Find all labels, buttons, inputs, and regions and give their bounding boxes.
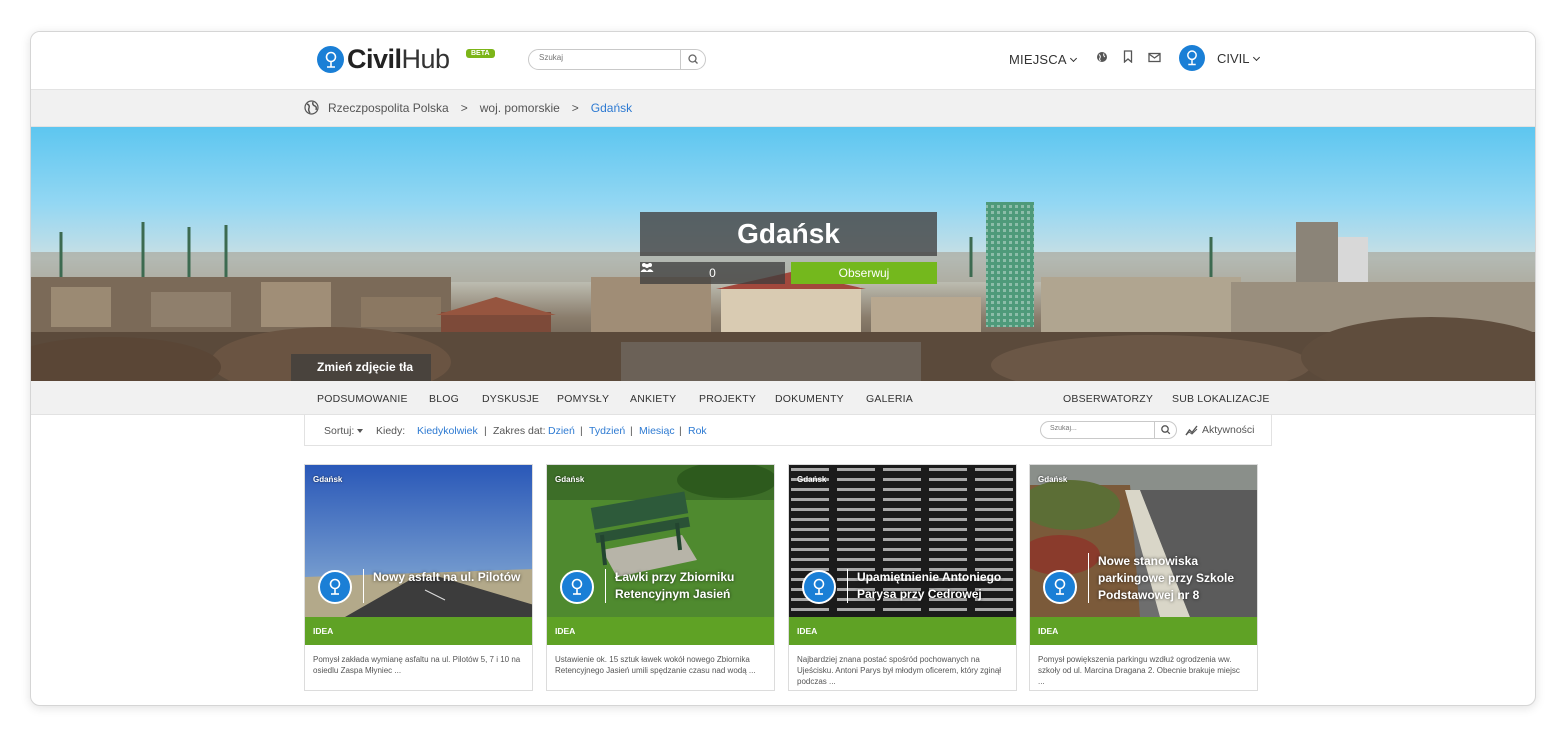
header-nav: MIEJSCA <box>1009 50 1161 68</box>
breadcrumb-country[interactable]: Rzeczpospolita Polska <box>328 101 449 115</box>
content-search-input[interactable] <box>1050 425 1150 432</box>
caret-down-icon <box>357 429 364 433</box>
tab-dokumenty[interactable]: DOKUMENTY <box>775 393 844 405</box>
card-title[interactable]: Nowe stanowiska parkingowe przy Szkole P… <box>1098 553 1248 604</box>
top-header: CivilHub BETA MIEJSCA CIVIL <box>31 32 1535 90</box>
tab-blog[interactable]: BLOG <box>429 393 459 405</box>
change-background-button[interactable]: Zmień zdjęcie tła <box>291 354 431 381</box>
search-icon <box>1161 425 1171 435</box>
sort-label: Sortuj: <box>324 425 355 437</box>
user-avatar[interactable] <box>1179 45 1205 71</box>
logo-text: CivilHub <box>347 44 450 74</box>
card-location: Gdańsk <box>555 475 585 484</box>
envelope-icon[interactable] <box>1148 50 1161 68</box>
places-menu-label: MIEJSCA <box>1009 51 1067 67</box>
range-day-link[interactable]: Dzień <box>548 425 575 437</box>
followers-count: 0 <box>640 262 785 284</box>
tab-dyskusje[interactable]: DYSKUSJE <box>482 393 539 405</box>
tab-sub-lokalizacje[interactable]: SUB LOKALIZACJE <box>1172 393 1270 405</box>
divider: | <box>580 425 583 437</box>
activity-label: Aktywności <box>1202 424 1255 436</box>
card-location: Gdańsk <box>313 475 343 484</box>
section-tabs: PODSUMOWANIE BLOG DYSKUSJE POMYSŁY ANKIE… <box>31 381 1535 415</box>
hero-banner: Gdańsk 0 Obserwuj Zmień zdjęcie tła <box>31 127 1535 381</box>
filter-bar: Sortuj: Kiedy: Kiedykolwiek | Zakres dat… <box>304 415 1272 446</box>
header-search-button[interactable] <box>680 50 705 69</box>
range-week-link[interactable]: Tydzień <box>589 425 625 437</box>
content-search-button[interactable] <box>1154 422 1176 438</box>
tab-podsumowanie[interactable]: PODSUMOWANIE <box>317 393 408 405</box>
pin-icon <box>560 570 594 604</box>
pin-icon <box>318 570 352 604</box>
users-icon <box>640 263 654 272</box>
card-description: Pomysł zakłada wymianę asfaltu na ul. Pi… <box>313 655 521 675</box>
breadcrumb-region[interactable]: woj. pomorskie <box>480 101 560 115</box>
browser-frame: CivilHub BETA MIEJSCA CIVIL <box>30 31 1536 706</box>
card-title[interactable]: Nowy asfalt na ul. Pilotów <box>373 569 523 586</box>
title-divider <box>363 569 364 603</box>
card-tag: IDEA <box>1030 617 1257 645</box>
range-month-link[interactable]: Miesiąc <box>639 425 675 437</box>
card-location: Gdańsk <box>797 475 827 484</box>
places-menu[interactable]: MIEJSCA <box>1009 51 1077 67</box>
idea-card[interactable]: Gdańsk Ławki przy Zbiorniku Retencyjnym … <box>546 464 775 691</box>
breadcrumb: Rzeczpospolita Polska > woj. pomorskie >… <box>304 100 632 115</box>
pin-icon <box>1043 570 1077 604</box>
tab-pomysly[interactable]: POMYSŁY <box>557 393 609 405</box>
followers-count-value: 0 <box>709 266 716 280</box>
card-location: Gdańsk <box>1038 475 1068 484</box>
chevron-down-icon <box>1252 53 1260 62</box>
activity-chart-icon <box>1185 425 1198 435</box>
card-title[interactable]: Upamiętnienie Antoniego Parysa przy Cedr… <box>857 569 1007 603</box>
card-tag: IDEA <box>305 617 532 645</box>
city-title: Gdańsk <box>640 212 937 256</box>
logo-pin-icon <box>317 46 344 73</box>
when-any-link[interactable]: Kiedykolwiek <box>417 425 478 437</box>
title-divider <box>847 569 848 603</box>
header-search <box>528 49 706 70</box>
card-description: Najbardziej znana postać spośród pochowa… <box>797 655 1002 686</box>
idea-card[interactable]: Gdańsk Upamiętnienie Antoniego Parysa pr… <box>788 464 1017 691</box>
tab-ankiety[interactable]: ANKIETY <box>630 393 676 405</box>
globe-map-icon <box>304 100 319 115</box>
globe-icon[interactable] <box>1096 50 1108 68</box>
divider: | <box>484 425 487 437</box>
bookmark-icon[interactable] <box>1123 50 1133 68</box>
card-tag: IDEA <box>547 617 774 645</box>
title-divider <box>1088 553 1089 603</box>
civilhub-logo[interactable]: CivilHub <box>317 44 450 75</box>
range-year-link[interactable]: Rok <box>688 425 707 437</box>
breadcrumb-city[interactable]: Gdańsk <box>591 101 632 115</box>
divider: | <box>679 425 682 437</box>
idea-card[interactable]: Gdańsk Nowy asfalt na ul. Pilotów IDEA P… <box>304 464 533 691</box>
header-search-input[interactable] <box>539 53 679 62</box>
activity-filter[interactable]: Aktywności <box>1185 424 1255 436</box>
divider: | <box>630 425 633 437</box>
tab-galeria[interactable]: GALERIA <box>866 393 913 405</box>
date-range-label: Zakres dat: <box>493 425 546 437</box>
chevron-down-icon <box>1069 54 1077 62</box>
card-description: Pomysł powiększenia parkingu wzdłuż ogro… <box>1038 655 1240 686</box>
title-divider <box>605 569 606 603</box>
when-label: Kiedy: <box>376 425 406 437</box>
card-title[interactable]: Ławki przy Zbiorniku Retencyjnym Jasień <box>615 569 765 603</box>
user-menu[interactable]: CIVIL <box>1217 51 1260 66</box>
sort-dropdown[interactable]: Sortuj: <box>324 425 364 437</box>
beta-badge: BETA <box>466 49 495 58</box>
follow-button[interactable]: Obserwuj <box>791 262 937 284</box>
content-search <box>1040 421 1177 439</box>
search-icon <box>688 54 698 64</box>
card-tag: IDEA <box>789 617 1016 645</box>
pin-icon <box>802 570 836 604</box>
breadcrumb-bar: Rzeczpospolita Polska > woj. pomorskie >… <box>31 90 1535 127</box>
tab-projekty[interactable]: PROJEKTY <box>699 393 756 405</box>
idea-card[interactable]: Gdańsk Nowe stanowiska parkingowe przy S… <box>1029 464 1258 691</box>
breadcrumb-separator: > <box>571 100 579 115</box>
tab-obserwatorzy[interactable]: OBSERWATORZY <box>1063 393 1153 405</box>
user-name: CIVIL <box>1217 51 1250 66</box>
breadcrumb-separator: > <box>460 100 468 115</box>
card-description: Ustawienie ok. 15 sztuk ławek wokół nowe… <box>555 655 756 675</box>
